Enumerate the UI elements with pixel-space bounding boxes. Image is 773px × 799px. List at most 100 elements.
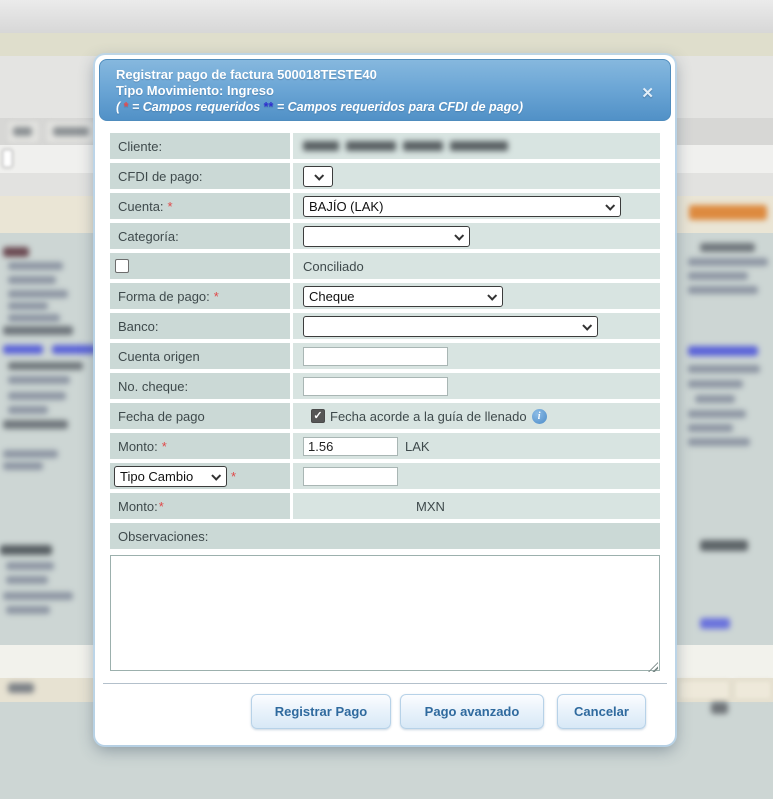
form-row-observaciones-header: Observaciones: — [110, 523, 660, 549]
chevron-down-icon — [454, 230, 464, 240]
blurred-text — [688, 258, 768, 266]
blurred-text — [695, 395, 735, 403]
blurred-text — [700, 243, 755, 252]
categoria-label: Categoría: — [110, 223, 290, 249]
olive-band — [0, 33, 773, 56]
close-icon[interactable]: ✕ — [641, 84, 654, 102]
cfdi-label: CFDI de pago: — [110, 163, 290, 189]
form-row-cliente: Cliente: — [110, 133, 660, 159]
form-row-conciliado: Conciliado — [110, 253, 660, 279]
modal-title: Registrar pago de factura 500018TESTE40 — [116, 67, 654, 83]
banco-label: Banco: — [110, 313, 290, 339]
form-row-cuenta-origen: Cuenta origen — [110, 343, 660, 369]
forma-pago-value-cell: Cheque — [293, 283, 660, 309]
required-star: * — [214, 289, 219, 304]
monto-input[interactable] — [303, 437, 398, 456]
cancelar-button[interactable]: Cancelar — [557, 694, 646, 729]
conciliado-checkbox[interactable] — [115, 259, 129, 273]
monto-label: Monto: * — [110, 433, 290, 459]
forma-pago-select[interactable]: Cheque — [303, 286, 503, 307]
tipo-cambio-select[interactable]: Tipo Cambio — [114, 466, 227, 487]
blurred-link — [700, 618, 730, 629]
blurred-text — [688, 365, 760, 373]
monto-label-text: Monto: — [118, 439, 158, 454]
conciliado-checkbox-cell — [110, 253, 290, 279]
form-row-no-cheque: No. cheque: — [110, 373, 660, 399]
required-star: * — [162, 439, 167, 454]
blurred-text — [688, 410, 746, 418]
blurred-text — [3, 420, 68, 429]
no-cheque-input[interactable] — [303, 377, 448, 396]
required-star: * — [231, 469, 236, 484]
form-row-fecha-pago: Fecha de pago ✓ Fecha acorde a la guía d… — [110, 403, 660, 429]
payment-form: Cliente: CFDI de pago: Cuenta: * BAJÍO (L… — [110, 133, 660, 676]
blurred-text — [688, 438, 750, 446]
observaciones-textarea[interactable] — [110, 555, 660, 671]
cuenta-origen-input[interactable] — [303, 347, 448, 366]
fecha-guia-checkbox[interactable]: ✓ — [311, 409, 325, 423]
blurred-text — [8, 406, 48, 414]
blurred-text — [3, 592, 73, 600]
cliente-label: Cliente: — [110, 133, 290, 159]
blurred-text — [3, 247, 29, 257]
cfdi-value-cell — [293, 163, 660, 189]
blurred-cell — [678, 680, 730, 700]
blurred-text — [8, 276, 56, 284]
modal-header: Registrar pago de factura 500018TESTE40 … — [99, 59, 671, 121]
cuenta-origen-label-text: Cuenta origen — [118, 349, 200, 364]
categoria-select[interactable] — [303, 226, 470, 247]
observaciones-area — [110, 555, 660, 676]
chevron-down-icon — [314, 170, 324, 180]
cuenta-origen-value-cell — [293, 343, 660, 369]
blurred-text — [8, 290, 68, 298]
blurred-text — [6, 562, 54, 570]
forma-pago-label-text: Forma de pago: — [118, 289, 210, 304]
payment-modal: Registrar pago de factura 500018TESTE40 … — [95, 55, 675, 745]
chevron-down-icon — [211, 470, 221, 480]
browser-top-band — [0, 0, 773, 33]
fecha-pago-value-cell: ✓ Fecha acorde a la guía de llenado i — [293, 403, 660, 429]
form-row-cuenta: Cuenta: * BAJÍO (LAK) — [110, 193, 660, 219]
forma-pago-label: Forma de pago: * — [110, 283, 290, 309]
cliente-value-cell — [293, 133, 660, 159]
info-icon[interactable]: i — [532, 409, 547, 424]
pago-avanzado-button[interactable]: Pago avanzado — [400, 694, 544, 729]
blurred-text — [3, 462, 43, 470]
form-row-forma-pago: Forma de pago: * Cheque — [110, 283, 660, 309]
registrar-pago-button[interactable]: Registrar Pago — [251, 694, 391, 729]
blurred-link — [52, 345, 97, 354]
blurred-tab-text — [13, 127, 32, 136]
tipo-cambio-input[interactable] — [303, 467, 398, 486]
blurred-text — [8, 362, 83, 370]
blurred-orange-title — [689, 205, 767, 220]
required-star: * — [168, 199, 173, 214]
blurred-text — [6, 576, 48, 584]
banco-select[interactable] — [303, 316, 598, 337]
blurred-text — [8, 262, 63, 270]
blurred-text — [0, 545, 52, 555]
cuenta-label-text: Cuenta: — [118, 199, 164, 214]
cfdi-select[interactable] — [303, 166, 333, 187]
blurred-text — [688, 424, 733, 432]
cuenta-select-value: BAJÍO (LAK) — [309, 199, 383, 214]
blurred-input — [2, 149, 13, 168]
monto-mxn-currency-text: MXN — [416, 499, 445, 514]
footer-separator — [103, 683, 667, 684]
form-row-tipo-cambio: Tipo Cambio * — [110, 463, 660, 489]
categoria-label-text: Categoría: — [118, 229, 179, 244]
form-row-monto-mxn: Monto:* MXN — [110, 493, 660, 519]
blurred-text — [700, 540, 748, 551]
chevron-down-icon — [605, 200, 615, 210]
conciliado-value-cell: Conciliado — [293, 253, 660, 279]
legend-mid: = Campos requeridos — [129, 100, 264, 114]
blurred-text — [8, 302, 48, 310]
banco-label-text: Banco: — [118, 319, 158, 334]
blurred-text — [8, 392, 66, 400]
form-row-categoria: Categoría: — [110, 223, 660, 249]
monto-mxn-label-text: Monto: — [118, 499, 158, 514]
cuenta-select[interactable]: BAJÍO (LAK) — [303, 196, 621, 217]
monto-value-cell: LAK — [293, 433, 660, 459]
cuenta-origen-label: Cuenta origen — [110, 343, 290, 369]
blurred-text — [3, 326, 73, 335]
no-cheque-label-text: No. cheque: — [118, 379, 188, 394]
